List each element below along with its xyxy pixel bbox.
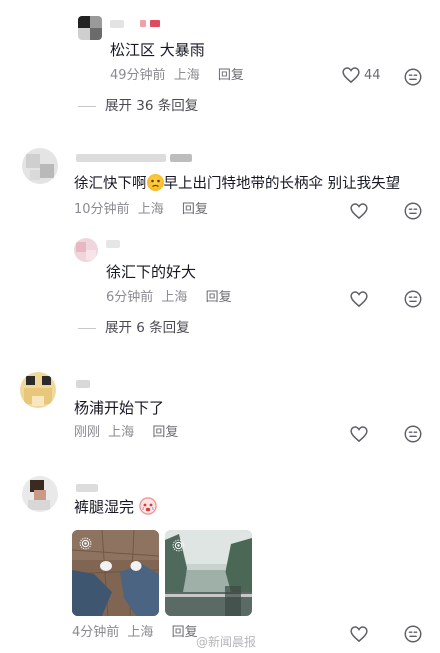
heart-outline-icon bbox=[342, 67, 360, 83]
emoji-reaction-button[interactable] bbox=[404, 425, 422, 443]
rainy-river-photo[interactable] bbox=[165, 530, 252, 616]
username[interactable] bbox=[76, 484, 98, 492]
comment-location: 上海 bbox=[137, 202, 164, 217]
avatar[interactable] bbox=[22, 476, 58, 512]
reply-text: 徐汇下的好大 bbox=[106, 263, 197, 281]
reply-meta: 6分钟前 上海 回复 bbox=[106, 289, 232, 307]
divider bbox=[78, 327, 96, 329]
heart-outline-icon bbox=[350, 426, 368, 442]
comment-time: 4分钟前 bbox=[72, 625, 120, 640]
wet-pants-photo[interactable] bbox=[72, 530, 159, 616]
emoji-reaction-button[interactable] bbox=[404, 625, 422, 643]
watermark: @新闻晨报 bbox=[196, 633, 256, 650]
live-photo-icon bbox=[172, 539, 185, 552]
like-button[interactable] bbox=[350, 291, 368, 307]
emoji-reaction-icon bbox=[404, 202, 422, 220]
comment-text: 裤腿湿完 bbox=[74, 497, 157, 517]
username bbox=[170, 154, 192, 162]
comment-text: 松江区 大暴雨 bbox=[110, 41, 205, 59]
like-button[interactable] bbox=[350, 426, 368, 442]
heart-outline-icon bbox=[350, 291, 368, 307]
reply-button[interactable]: 回复 bbox=[182, 202, 208, 217]
comment-location: 上海 bbox=[108, 425, 135, 440]
reply-button[interactable]: 回复 bbox=[206, 290, 232, 305]
comment-meta: 49分钟前 上海 回复 bbox=[110, 67, 244, 85]
watermark-text: @新闻晨报 bbox=[196, 635, 257, 649]
emoji-reaction-icon bbox=[404, 425, 422, 443]
comment-text: 杨浦开始下了 bbox=[74, 399, 165, 417]
username[interactable] bbox=[76, 154, 166, 162]
avatar[interactable] bbox=[20, 372, 56, 408]
comment-location: 上海 bbox=[161, 290, 188, 305]
username[interactable] bbox=[110, 20, 124, 28]
comment-time: 10分钟前 bbox=[74, 202, 130, 217]
comment-time: 49分钟前 bbox=[110, 68, 166, 83]
username bbox=[140, 20, 166, 28]
avatar[interactable] bbox=[78, 16, 102, 40]
reply-button[interactable]: 回复 bbox=[172, 625, 198, 640]
comment-text-part: 早上出门特地带的长柄伞 别让我失望 bbox=[163, 176, 401, 192]
reply-button[interactable]: 回复 bbox=[152, 425, 178, 440]
emoji-reaction-icon bbox=[404, 625, 422, 643]
comment-text: 徐汇快下啊 早上出门特地带的长柄伞 别让我失望 bbox=[74, 174, 400, 194]
expand-replies-button[interactable]: 展开 36 条回复 bbox=[78, 97, 198, 115]
heart-outline-icon bbox=[350, 626, 368, 642]
comment-meta: 刚刚 上海 回复 bbox=[74, 424, 178, 442]
like-button[interactable] bbox=[350, 203, 368, 219]
comment-meta: 4分钟前 上海 回复 bbox=[72, 624, 198, 642]
emoji-reaction-button[interactable] bbox=[404, 290, 422, 308]
live-photo-icon bbox=[79, 537, 92, 550]
username[interactable] bbox=[106, 240, 120, 248]
sad-face-emoji bbox=[146, 174, 164, 191]
comment-location: 上海 bbox=[127, 625, 154, 640]
emoji-reaction-icon bbox=[404, 68, 422, 86]
divider bbox=[78, 105, 96, 107]
emoji-reaction-icon bbox=[404, 290, 422, 308]
comment-time: 刚刚 bbox=[74, 425, 101, 440]
comment-meta: 10分钟前 上海 回复 bbox=[74, 201, 208, 219]
heart-outline-icon bbox=[350, 203, 368, 219]
comment-time: 6分钟前 bbox=[106, 290, 154, 305]
like-button[interactable] bbox=[350, 626, 368, 642]
like-count: 44 bbox=[364, 67, 381, 83]
reply-button[interactable]: 回复 bbox=[218, 68, 244, 83]
expand-replies-label: 展开 6 条回复 bbox=[105, 320, 190, 336]
username[interactable] bbox=[76, 380, 90, 388]
like-button[interactable]: 44 bbox=[342, 67, 381, 83]
expand-replies-label: 展开 36 条回复 bbox=[105, 98, 199, 114]
avatar[interactable] bbox=[22, 148, 58, 184]
crying-face-emoji bbox=[138, 497, 157, 515]
avatar[interactable] bbox=[74, 238, 98, 262]
emoji-reaction-button[interactable] bbox=[404, 202, 422, 220]
comment-text-part: 徐汇快下啊 bbox=[74, 176, 147, 192]
comment-text-part: 裤腿湿完 bbox=[74, 498, 135, 516]
expand-replies-button[interactable]: 展开 6 条回复 bbox=[78, 319, 190, 337]
emoji-reaction-button[interactable] bbox=[404, 68, 422, 86]
comment-location: 上海 bbox=[173, 68, 200, 83]
